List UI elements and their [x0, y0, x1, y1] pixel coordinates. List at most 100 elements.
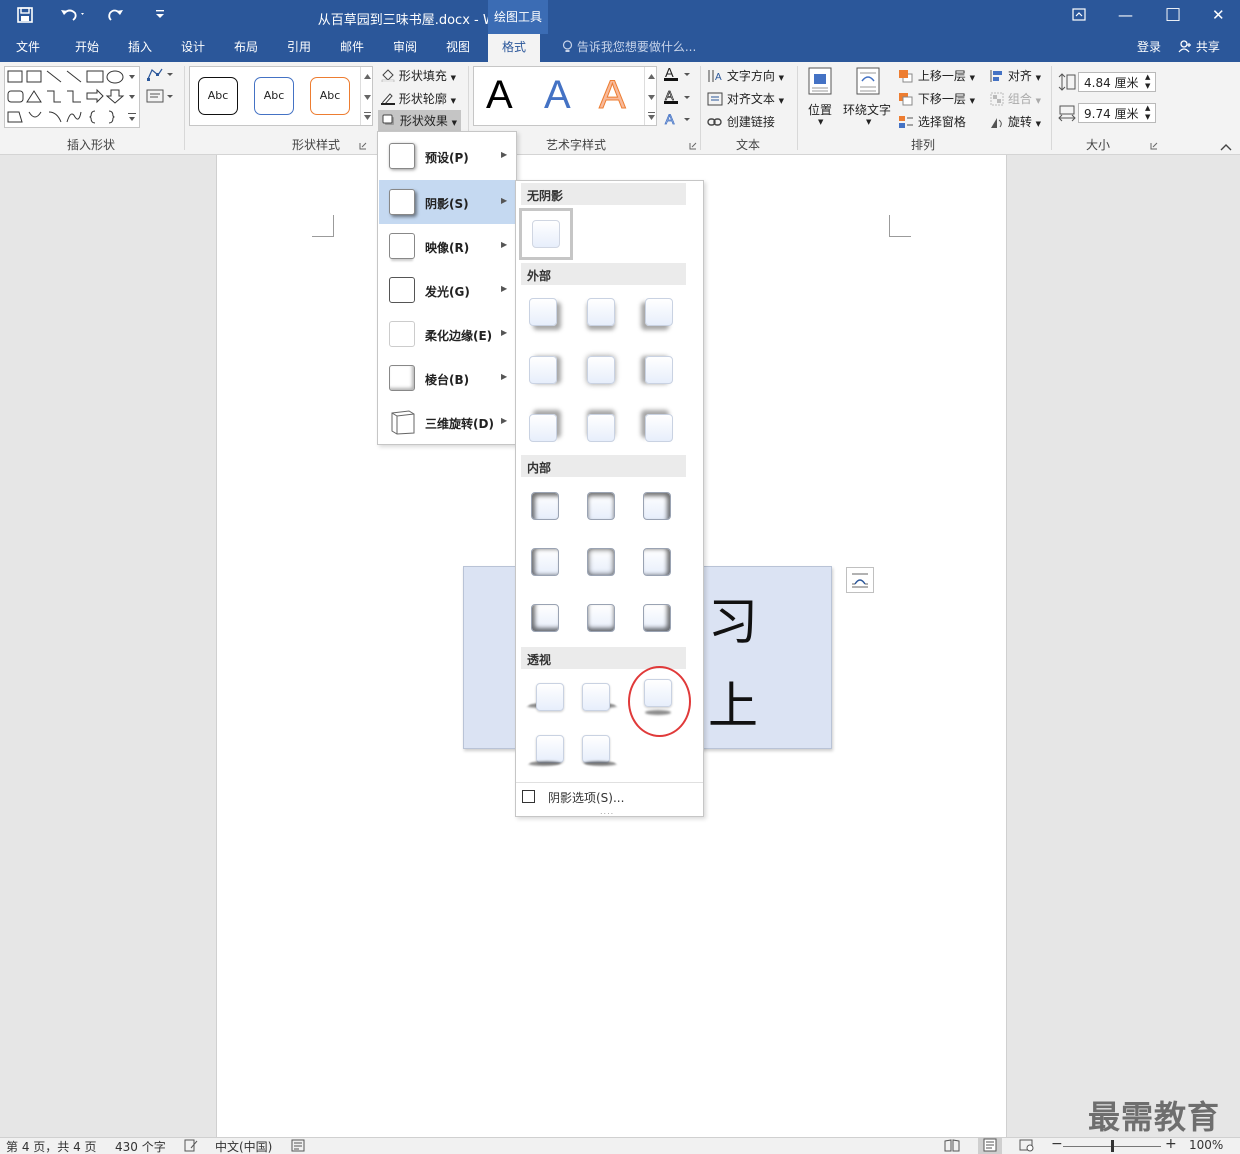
dialog-launcher-icon[interactable] — [1150, 139, 1158, 153]
shape-styles-gallery[interactable]: Abc Abc Abc — [189, 66, 373, 126]
menu-item-3d-rotation[interactable]: 三维旋转(D) ▶ — [379, 400, 516, 444]
tab-review[interactable]: 审阅 — [393, 38, 417, 55]
shadow-option-inner[interactable] — [587, 548, 615, 576]
zoom-level[interactable]: 100% — [1189, 1138, 1223, 1152]
zoom-slider-thumb[interactable] — [1111, 1140, 1114, 1152]
tab-layout[interactable]: 布局 — [234, 38, 258, 55]
zoom-in-button[interactable]: + — [1165, 1136, 1177, 1152]
shadow-option-inner[interactable] — [643, 492, 671, 520]
selection-pane-button[interactable]: 选择窗格 — [898, 113, 966, 130]
shadow-option-inner[interactable] — [531, 492, 559, 520]
shadow-option-outer[interactable] — [645, 298, 673, 326]
login-link[interactable]: 登录 — [1137, 38, 1161, 55]
group-button[interactable]: 组合 ▼ — [990, 90, 1041, 107]
read-mode-icon[interactable] — [944, 1139, 960, 1154]
text-fill-icon[interactable]: A — [664, 65, 692, 85]
tab-mailings[interactable]: 邮件 — [340, 38, 364, 55]
rotate-button[interactable]: 旋转 ▼ — [990, 113, 1041, 130]
shadow-option-outer[interactable] — [529, 356, 557, 384]
print-layout-button[interactable] — [978, 1137, 1002, 1154]
shape-height-field[interactable]: 4.84 厘米 ▲ ▼ — [1078, 72, 1156, 92]
tab-view[interactable]: 视图 — [446, 38, 470, 55]
collapse-ribbon-icon[interactable] — [1220, 140, 1232, 154]
shape-effects-button[interactable]: 形状效果 ▼ — [378, 110, 462, 131]
shadow-option-perspective[interactable] — [578, 733, 618, 769]
tab-design[interactable]: 设计 — [181, 38, 205, 55]
maximize-button[interactable]: □ — [1165, 4, 1181, 24]
menu-item-preset[interactable]: 预设(P) ▶ — [379, 134, 516, 178]
close-button[interactable]: ✕ — [1212, 6, 1225, 24]
bring-forward-button[interactable]: 上移一层 ▼ — [898, 67, 975, 84]
language-indicator[interactable]: 中文(中国) — [215, 1138, 272, 1154]
menu-item-bevel[interactable]: 棱台(B) ▶ — [379, 356, 516, 400]
spinner-icon[interactable]: ▲ ▼ — [1145, 104, 1150, 122]
menu-item-glow[interactable]: 发光(G) ▶ — [379, 268, 516, 312]
tab-insert[interactable]: 插入 — [128, 38, 152, 55]
position-icon[interactable] — [808, 67, 832, 98]
zoom-out-button[interactable]: − — [1051, 1136, 1063, 1152]
text-effects-icon[interactable]: A — [664, 111, 692, 130]
wordart-sample-blue[interactable]: A — [544, 73, 571, 118]
tab-format[interactable]: 格式 — [488, 34, 541, 62]
wordart-styles-gallery[interactable]: A A A — [473, 66, 657, 126]
text-direction-button[interactable]: A 文字方向 ▼ — [707, 67, 784, 84]
shadow-option-outer[interactable] — [529, 414, 557, 442]
shadow-option-outer[interactable] — [587, 356, 615, 384]
insert-shapes-gallery[interactable] — [4, 66, 140, 128]
shadow-option-outer[interactable] — [645, 356, 673, 384]
ribbon-display-icon[interactable] — [1072, 8, 1086, 26]
shape-width-field[interactable]: 9.74 厘米 ▲ ▼ — [1078, 103, 1156, 123]
tab-references[interactable]: 引用 — [287, 38, 311, 55]
minimize-button[interactable]: — — [1118, 6, 1133, 24]
shadow-option-perspective[interactable] — [525, 681, 566, 715]
shadow-option-outer[interactable] — [587, 414, 615, 442]
shadow-option-inner[interactable] — [643, 548, 671, 576]
wordart-gallery-scroll[interactable] — [644, 67, 657, 125]
macro-record-icon[interactable] — [291, 1139, 305, 1154]
shadow-option-inner[interactable] — [531, 604, 559, 632]
wordart-sample-black[interactable]: A — [486, 73, 513, 118]
align-text-button[interactable]: 对齐文本 ▼ — [707, 90, 784, 107]
style-gallery-scroll[interactable] — [360, 67, 373, 125]
text-box-icon[interactable] — [146, 89, 174, 106]
tell-me-search[interactable]: 告诉我您想要做什么... — [562, 38, 696, 55]
menu-item-shadow[interactable]: 阴影(S) ▶ — [379, 180, 516, 224]
dialog-launcher-icon[interactable] — [689, 139, 697, 153]
tab-home[interactable]: 开始 — [75, 38, 99, 55]
create-link-button[interactable]: 创建链接 — [707, 113, 775, 130]
send-backward-button[interactable]: 下移一层 ▼ — [898, 90, 975, 107]
page-count[interactable]: 第 4 页，共 4 页 — [6, 1138, 97, 1154]
text-outline-icon[interactable]: A — [664, 88, 692, 108]
shadow-option-inner[interactable] — [587, 604, 615, 632]
web-layout-icon[interactable] — [1019, 1139, 1035, 1154]
word-count[interactable]: 430 个字 — [115, 1138, 166, 1154]
style-sample-orange[interactable]: Abc — [310, 77, 350, 115]
resize-grip-icon[interactable]: .... — [600, 807, 614, 816]
edit-shape-icon[interactable] — [146, 67, 174, 84]
shadow-option-inner[interactable] — [531, 548, 559, 576]
shadow-option-inner[interactable] — [643, 604, 671, 632]
share-button[interactable]: 共享 — [1178, 38, 1220, 55]
layout-options-button[interactable] — [846, 567, 874, 593]
tab-file[interactable]: 文件 — [16, 38, 40, 55]
shadow-option-inner[interactable] — [587, 492, 615, 520]
shadow-option-outer[interactable] — [645, 414, 673, 442]
shape-outline-button[interactable]: 形状轮廓 ▼ — [381, 90, 456, 107]
shape-fill-button[interactable]: 形状填充 ▼ — [381, 67, 456, 84]
proofing-icon[interactable] — [184, 1139, 198, 1154]
style-sample-black[interactable]: Abc — [198, 77, 238, 115]
wrap-text-icon[interactable] — [856, 67, 880, 98]
align-button[interactable]: 对齐 ▼ — [990, 67, 1041, 84]
dialog-launcher-icon[interactable] — [359, 139, 367, 153]
shadow-option-perspective[interactable] — [578, 681, 619, 715]
menu-item-soft-edges[interactable]: 柔化边缘(E) ▶ — [379, 312, 516, 356]
shadow-option-none-selected[interactable] — [519, 208, 573, 260]
position-label[interactable]: 位置 — [808, 101, 832, 118]
style-sample-blue[interactable]: Abc — [254, 77, 294, 115]
menu-item-reflection[interactable]: 映像(R) ▶ — [379, 224, 516, 268]
wordart-sample-orange[interactable]: A — [599, 73, 627, 118]
wrap-text-label[interactable]: 环绕文字 — [843, 101, 891, 118]
shadow-option-perspective[interactable] — [526, 733, 566, 769]
shadow-option-outer[interactable] — [529, 298, 557, 326]
shadow-option-outer[interactable] — [587, 298, 615, 326]
